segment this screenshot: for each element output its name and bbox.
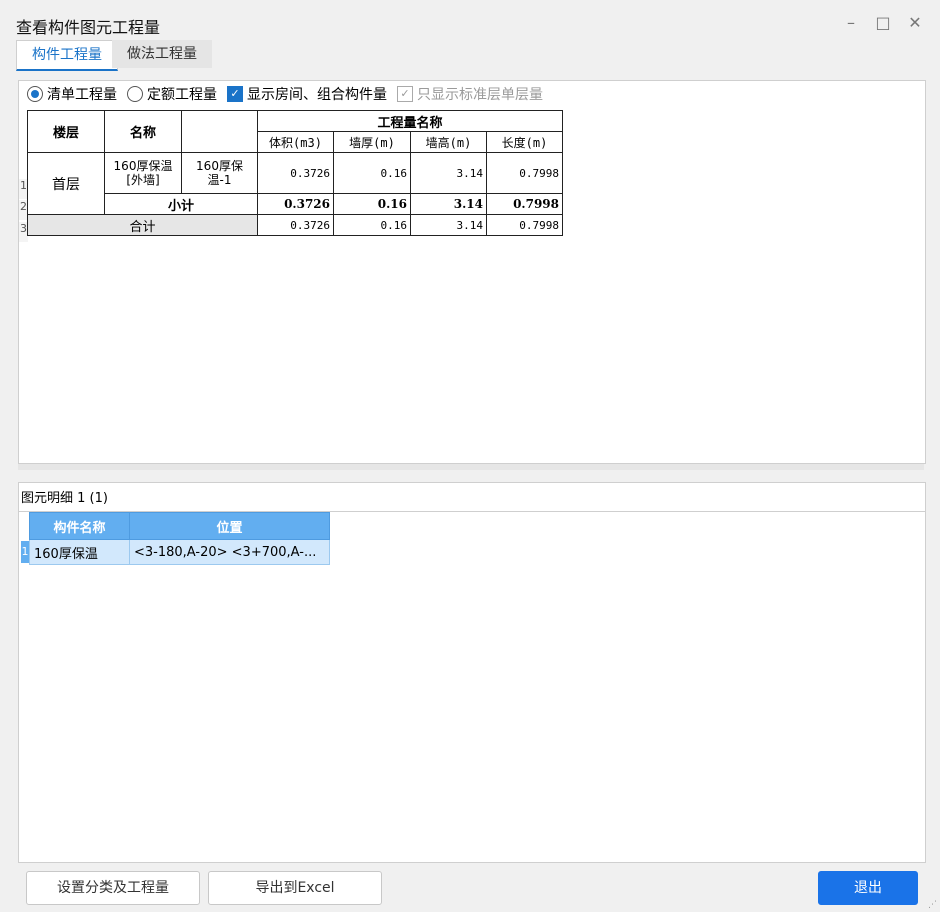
detail-panel: 1 构件名称 位置 160厚保温 <3-180,A-20> <3+700,A-.… — [18, 511, 926, 863]
value-cell: 0.16 — [333, 152, 411, 194]
detail-table: 构件名称 位置 160厚保温 <3-180,A-20> <3+700,A-... — [29, 512, 330, 565]
detail-header: 图元明细 1 (1) — [18, 482, 926, 512]
detail-col-position[interactable]: 位置 — [129, 512, 330, 540]
subtotal-label: 小计 — [104, 193, 258, 215]
detail-position-cell[interactable]: <3-180,A-20> <3+700,A-... — [129, 539, 330, 565]
total-value: 0.3726 — [257, 214, 334, 236]
set-category-button[interactable]: 设置分类及工程量 — [26, 871, 200, 905]
subtotal-value: 3.14 — [410, 193, 487, 215]
radio-quota-quantity-label: 定额工程量 — [147, 87, 217, 103]
header-quantity-name: 工程量名称 — [257, 110, 563, 132]
radio-quota-quantity[interactable] — [127, 86, 143, 102]
standard-floor-label: 只显示标准层单层量 — [417, 87, 543, 103]
floor-cell: 首层 — [27, 152, 105, 215]
panel-splitter[interactable] — [18, 464, 924, 470]
options-row: 清单工程量 定额工程量 ✓ 显示房间、组合构件量 ✓ 只显示标准层单层量 — [27, 83, 553, 105]
quantity-table: 楼层 名称 工程量名称 体积(m3) 墙厚(m) 墙高(m) 长度(m) 首层 … — [27, 110, 563, 236]
maximize-button[interactable]: □ — [872, 12, 894, 34]
radio-list-quantity-label: 清单工程量 — [47, 87, 117, 103]
total-label: 合计 — [27, 214, 258, 236]
header-empty — [181, 110, 258, 153]
close-button[interactable]: ✕ — [904, 12, 926, 34]
col-volume: 体积(m3) — [257, 131, 334, 153]
header-name: 名称 — [104, 110, 182, 153]
total-value: 3.14 — [410, 214, 487, 236]
detail-col-name[interactable]: 构件名称 — [29, 512, 130, 540]
col-length: 长度(m) — [486, 131, 563, 153]
minimize-button[interactable]: – — [840, 12, 862, 34]
quantity-panel: 清单工程量 定额工程量 ✓ 显示房间、组合构件量 ✓ 只显示标准层单层量 1 2… — [18, 80, 926, 464]
sub-name-cell: 160厚保温-1 — [181, 152, 258, 194]
subtotal-value: 0.3726 — [257, 193, 334, 215]
resize-grip-icon[interactable]: ⋰ — [928, 900, 938, 910]
table-row[interactable]: 160厚保温 <3-180,A-20> <3+700,A-... — [29, 539, 330, 565]
show-rooms-checkbox[interactable]: ✓ — [227, 86, 243, 102]
total-value: 0.16 — [333, 214, 411, 236]
detail-row-number: 1 — [21, 541, 29, 563]
subtotal-value: 0.7998 — [486, 193, 563, 215]
detail-title: 图元明细 1 (1) — [21, 491, 108, 506]
title-bar: 查看构件图元工程量 – □ ✕ — [0, 0, 940, 40]
show-rooms-label: 显示房间、组合构件量 — [247, 87, 387, 103]
tab-method-quantity[interactable]: 做法工程量 — [112, 40, 212, 68]
total-value: 0.7998 — [486, 214, 563, 236]
component-name-cell: 160厚保温[外墙] — [104, 152, 182, 194]
export-excel-button[interactable]: 导出到Excel — [208, 871, 382, 905]
col-thickness: 墙厚(m) — [333, 131, 411, 153]
detail-name-cell[interactable]: 160厚保温 — [29, 539, 130, 565]
col-height: 墙高(m) — [410, 131, 487, 153]
exit-button[interactable]: 退出 — [818, 871, 918, 905]
value-cell: 0.7998 — [486, 152, 563, 194]
header-floor: 楼层 — [27, 110, 105, 153]
subtotal-value: 0.16 — [333, 193, 411, 215]
window-title: 查看构件图元工程量 — [16, 18, 161, 37]
standard-floor-checkbox: ✓ — [397, 86, 413, 102]
radio-list-quantity[interactable] — [27, 86, 43, 102]
value-cell: 0.3726 — [257, 152, 334, 194]
value-cell: 3.14 — [410, 152, 487, 194]
tab-component-quantity[interactable]: 构件工程量 — [16, 40, 118, 71]
